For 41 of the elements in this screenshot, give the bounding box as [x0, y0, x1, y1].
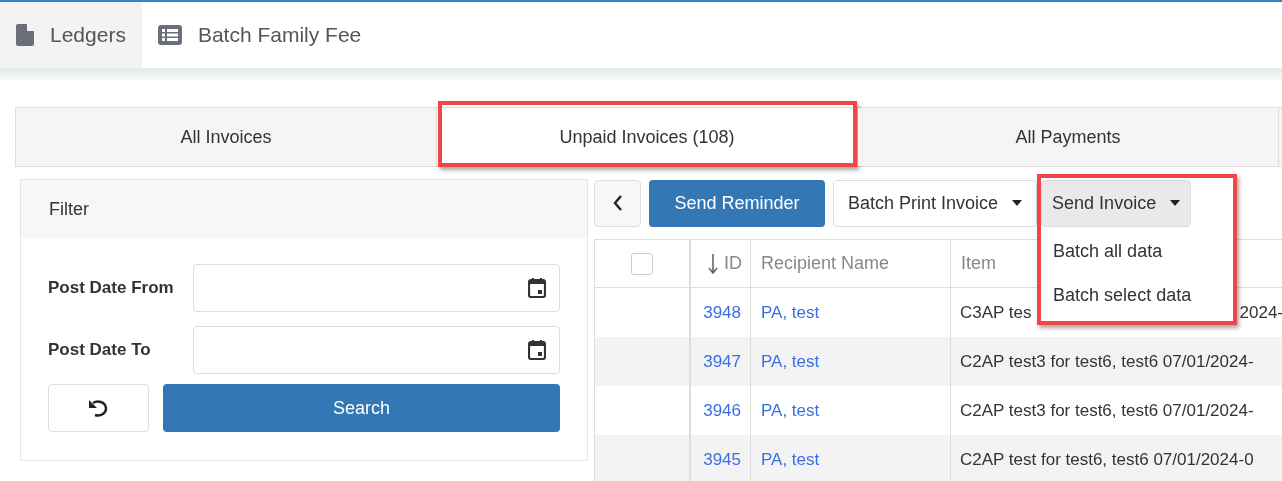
send-invoice-dropdown[interactable]: Send Invoice [1041, 179, 1192, 227]
chevron-left-icon [612, 195, 623, 211]
invoice-id-link[interactable]: 3947 [703, 348, 741, 375]
menu-item[interactable]: Batch select data [1041, 273, 1234, 318]
nav-tab[interactable]: Ledgers [0, 2, 142, 68]
batch-print-dropdown[interactable]: Batch Print Invoice [833, 179, 1038, 227]
select-all-checkbox[interactable] [631, 252, 653, 275]
panel-title: Filter [49, 197, 89, 221]
table-cell-text: C3AP tes [960, 301, 1032, 324]
date-field[interactable] [192, 326, 560, 374]
recipient-link[interactable]: PA, test [761, 446, 820, 473]
field-label: Post Date To [48, 339, 152, 362]
calendar-icon[interactable] [528, 340, 546, 360]
menu-item[interactable]: Batch all data [1041, 229, 1234, 274]
recipient-link[interactable]: PA, test [761, 348, 820, 375]
invoice-id-link[interactable]: 3948 [703, 299, 741, 326]
field-label: Post Date From [48, 277, 175, 300]
date-field[interactable] [192, 264, 560, 312]
column-header[interactable]: ID [724, 250, 742, 277]
reset-button[interactable] [48, 384, 149, 432]
tab[interactable]: Unpaid Invoices (108) [437, 108, 858, 166]
column-header[interactable]: Item [961, 250, 996, 277]
recipient-link[interactable]: PA, test [761, 397, 820, 424]
invoice-id-link[interactable]: 3946 [703, 397, 741, 424]
recipient-link[interactable]: PA, test [761, 299, 820, 326]
caret-icon [1170, 200, 1181, 206]
list-icon [157, 25, 182, 45]
invoice-id-link[interactable]: 3945 [703, 446, 741, 473]
undo-icon [88, 399, 109, 417]
sort-arrow-icon[interactable] [708, 253, 718, 274]
file-icon [16, 24, 34, 46]
column-header[interactable]: Recipient Name [761, 250, 890, 277]
back-button[interactable] [594, 179, 641, 227]
send-reminder-button[interactable]: Send Reminder [649, 179, 825, 227]
table-cell-text: C2AP test3 for test6, test6 07/01/2024- [960, 350, 1254, 373]
search-button[interactable]: Search [162, 384, 560, 432]
table-cell-text: 2024- [1239, 301, 1282, 324]
caret-icon [1012, 200, 1023, 206]
calendar-icon[interactable] [528, 278, 546, 298]
table-cell-text: C2AP test for test6, test6 07/01/2024-0 [960, 448, 1254, 471]
table-cell-text: C2AP test3 for test6, test6 07/01/2024- [960, 399, 1254, 422]
